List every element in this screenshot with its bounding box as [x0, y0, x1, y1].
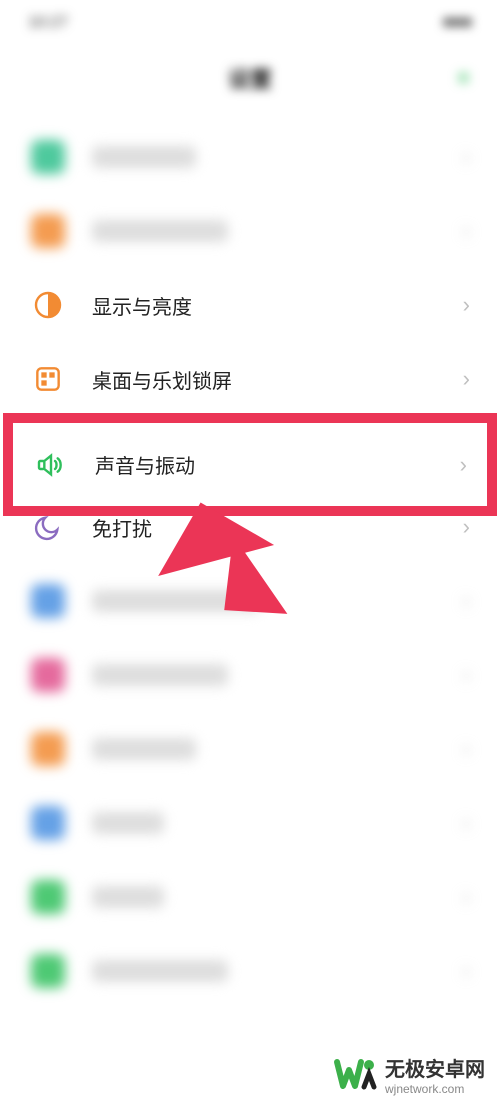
list-item[interactable]: ›	[0, 194, 500, 268]
list-item-label	[92, 220, 463, 242]
watermark-url: wjnetwork.com	[385, 1082, 485, 1096]
page-header: 设置 ≡	[0, 45, 500, 110]
sparkle-icon	[30, 139, 66, 175]
battery-icon	[30, 879, 66, 915]
list-item[interactable]: ›	[0, 712, 500, 786]
page-title: 设置	[228, 62, 272, 94]
chevron-right-icon: ›	[463, 366, 470, 392]
chevron-right-icon: ›	[463, 218, 470, 244]
assistant-icon	[30, 657, 66, 693]
shield-icon	[30, 805, 66, 841]
watermark-title: 无极安卓网	[385, 1053, 485, 1082]
chevron-right-icon: ›	[460, 452, 467, 478]
chevron-right-icon: ›	[463, 662, 470, 688]
time-icon	[30, 953, 66, 989]
status-bar: 10:27 ■■■	[0, 0, 500, 45]
accessibility-icon	[30, 731, 66, 767]
chevron-right-icon: ›	[463, 514, 470, 540]
chevron-right-icon: ›	[463, 884, 470, 910]
list-item-label-sound: 声音与振动	[95, 450, 460, 479]
list-item[interactable]: ›	[0, 934, 500, 1008]
list-item-label	[92, 146, 463, 168]
chevron-right-icon: ›	[463, 588, 470, 614]
status-indicators: ■■■	[443, 14, 472, 32]
watermark-logo-icon	[333, 1052, 377, 1096]
list-item-label	[92, 886, 463, 908]
list-item[interactable]: 显示与亮度›	[0, 268, 500, 342]
lock-icon	[30, 583, 66, 619]
list-item-label	[92, 960, 463, 982]
chevron-right-icon: ›	[463, 810, 470, 836]
status-time: 10:27	[28, 14, 68, 32]
watermark: 无极安卓网 wjnetwork.com	[333, 1052, 485, 1096]
speaker-icon	[33, 447, 69, 483]
list-item-label: 桌面与乐划锁屏	[92, 365, 463, 394]
list-item[interactable]: ›	[0, 786, 500, 860]
chevron-right-icon: ›	[463, 958, 470, 984]
list-item-label	[92, 738, 463, 760]
list-item-label: 显示与亮度	[92, 291, 463, 320]
list-item[interactable]: ›	[0, 120, 500, 194]
list-item-label	[92, 812, 463, 834]
list-item[interactable]: 桌面与乐划锁屏›	[0, 342, 500, 416]
chevron-right-icon: ›	[463, 292, 470, 318]
header-action-icon[interactable]: ≡	[457, 65, 470, 91]
list-item-label	[92, 664, 463, 686]
contrast-icon	[30, 287, 66, 323]
grid-icon	[30, 361, 66, 397]
bell-icon	[30, 213, 66, 249]
list-item-sound[interactable]: 声音与振动 ›	[13, 423, 487, 506]
arrow-pointer	[150, 500, 290, 655]
chevron-right-icon: ›	[463, 736, 470, 762]
chevron-right-icon: ›	[463, 144, 470, 170]
list-item[interactable]: ›	[0, 860, 500, 934]
